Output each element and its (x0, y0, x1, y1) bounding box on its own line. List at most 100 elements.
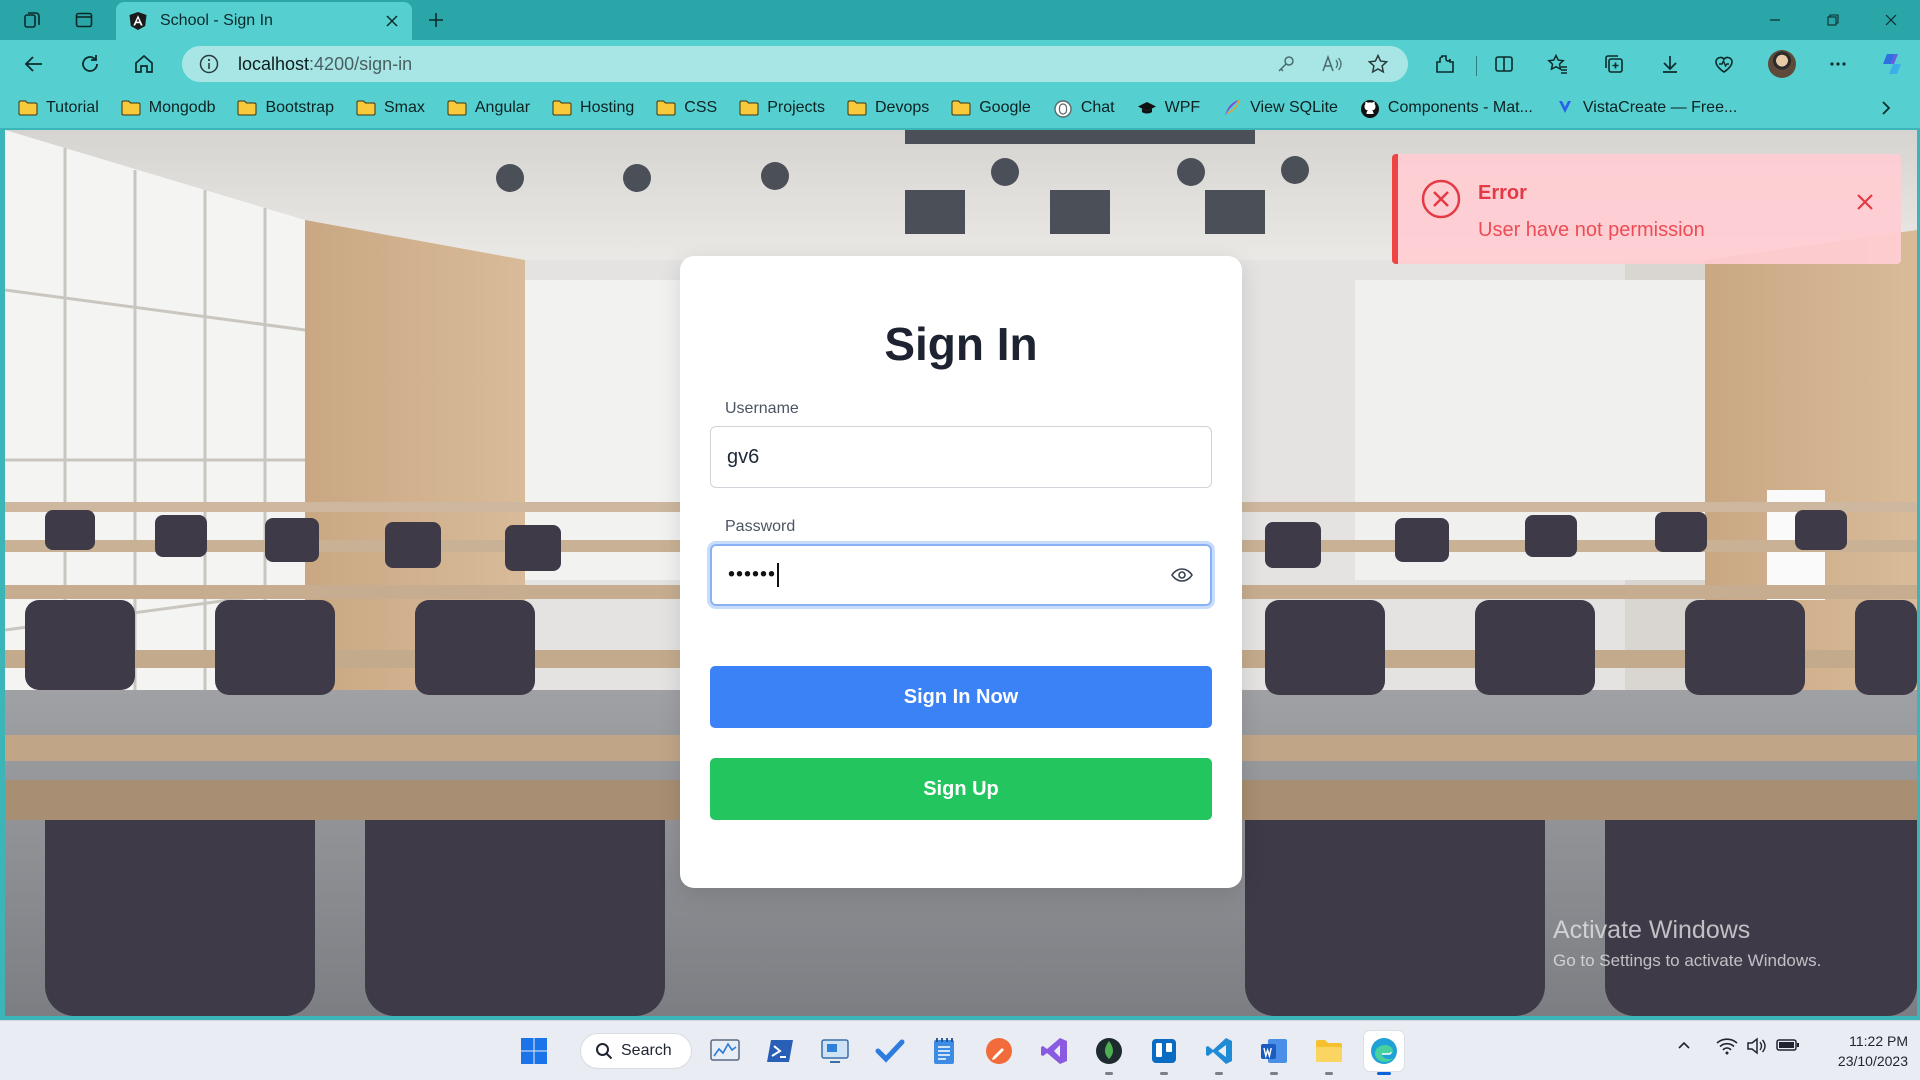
edge-browser-icon[interactable] (1364, 1031, 1404, 1075)
bookmark-css[interactable]: CSS (656, 92, 727, 124)
favorites-icon[interactable] (1540, 48, 1576, 80)
bookmark-label: VistaCreate — Free... (1582, 99, 1738, 116)
postman-icon[interactable] (979, 1031, 1019, 1071)
word-icon[interactable] (1254, 1031, 1294, 1075)
windows-start-icon[interactable] (514, 1031, 554, 1071)
split-screen-icon[interactable] (1486, 48, 1522, 80)
collections-icon[interactable] (1596, 48, 1632, 80)
close-tab-icon[interactable] (382, 11, 402, 31)
mongodb-compass-icon[interactable] (1089, 1031, 1129, 1075)
folder-icon (18, 99, 38, 117)
page-viewport: Sign In Username gv6 Password •••••• Sig… (5, 130, 1917, 1016)
more-options-icon[interactable] (1820, 48, 1856, 80)
folder-icon (552, 99, 572, 117)
clock-date: 23/10/2023 (1837, 1053, 1908, 1069)
bookmark-vistacreate[interactable]: VistaCreate — Free... (1555, 92, 1747, 124)
bookmark-devops[interactable]: Devops (847, 92, 939, 124)
copilot-icon[interactable] (1874, 48, 1910, 80)
battery-icon[interactable] (1776, 1037, 1800, 1053)
system-clock[interactable]: 11:22 PM 23/10/2023 (1812, 1031, 1908, 1071)
bookmarks-bar: Tutorial Mongodb Bootstrap Smax Angular … (0, 88, 1920, 128)
close-icon[interactable] (1853, 190, 1877, 214)
tab-actions-icon[interactable] (68, 6, 100, 34)
bookmark-view-sqlite[interactable]: View SQLite (1222, 92, 1348, 124)
notepad-icon[interactable] (924, 1031, 964, 1071)
visual-studio-icon[interactable] (1034, 1031, 1074, 1071)
bookmark-label: Devops (874, 99, 930, 116)
address-bar[interactable]: localhost:4200/sign-in (182, 46, 1408, 82)
new-tab-button[interactable] (420, 6, 452, 34)
folder-icon (121, 99, 141, 117)
username-value: gv6 (727, 445, 760, 468)
taskbar-search[interactable]: Search (580, 1033, 692, 1069)
folder-icon (951, 99, 971, 117)
bookmark-label: Hosting (580, 99, 635, 116)
home-icon[interactable] (126, 48, 162, 80)
active-indicator (1377, 1072, 1391, 1075)
password-input[interactable]: •••••• (710, 544, 1212, 606)
profile-avatar[interactable] (1768, 50, 1796, 78)
downloads-icon[interactable] (1652, 48, 1688, 80)
url-path: :4200/sign-in (309, 53, 413, 74)
bookmark-chat[interactable]: Chat (1053, 92, 1125, 124)
graduation-cap-icon (1137, 99, 1157, 117)
refresh-icon[interactable] (72, 48, 108, 80)
bookmark-label: Smax (383, 99, 425, 116)
sign-in-now-button[interactable]: Sign In Now (710, 666, 1212, 728)
chevron-right-icon[interactable] (1874, 96, 1898, 120)
trello-icon[interactable] (1144, 1031, 1184, 1075)
sign-up-button[interactable]: Sign Up (710, 758, 1212, 820)
bookmark-bootstrap[interactable]: Bootstrap (237, 92, 343, 124)
running-indicator (1325, 1072, 1333, 1075)
running-indicator (1105, 1072, 1113, 1075)
bookmark-projects[interactable]: Projects (739, 92, 835, 124)
file-explorer-icon[interactable] (1309, 1031, 1349, 1075)
eye-icon[interactable] (1170, 563, 1194, 587)
key-icon[interactable] (1272, 50, 1300, 78)
password-value: •••••• (728, 563, 777, 586)
windows-taskbar: Search 11:22 PM 23/10/2023 (0, 1020, 1920, 1080)
running-indicator (1270, 1072, 1278, 1075)
bookmark-label: Projects (767, 99, 825, 116)
back-icon[interactable] (16, 48, 52, 80)
bookmark-smax[interactable]: Smax (356, 92, 435, 124)
bookmark-mongodb[interactable]: Mongodb (121, 92, 226, 124)
vscode-icon[interactable] (1199, 1031, 1239, 1075)
bookmark-tutorial[interactable]: Tutorial (18, 92, 109, 124)
bookmark-hosting[interactable]: Hosting (552, 92, 644, 124)
bookmark-angular[interactable]: Angular (447, 92, 540, 124)
folder-icon (237, 99, 257, 117)
bookmark-wpf[interactable]: WPF (1137, 92, 1211, 124)
performance-monitor-icon[interactable] (705, 1031, 745, 1071)
bookmark-components-mat[interactable]: Components - Mat... (1360, 92, 1543, 124)
browser-essentials-icon[interactable] (1706, 48, 1742, 80)
tab-school-sign-in[interactable]: School - Sign In (116, 2, 412, 40)
show-hidden-icons-chevron-up-icon[interactable] (1676, 1037, 1692, 1053)
search-icon (596, 1043, 613, 1060)
username-input[interactable]: gv6 (710, 426, 1212, 488)
extensions-icon[interactable] (1426, 48, 1462, 80)
close-window-icon[interactable] (1862, 0, 1920, 40)
url-text[interactable]: localhost:4200/sign-in (238, 54, 1272, 75)
volume-icon[interactable] (1746, 1037, 1768, 1055)
bookmark-label: View SQLite (1250, 99, 1338, 116)
activate-windows-watermark: Activate Windows Go to Settings to activ… (1553, 916, 1821, 971)
read-aloud-icon[interactable] (1318, 50, 1346, 78)
error-toast: Error User have not permission (1392, 154, 1901, 264)
folder-icon (739, 99, 759, 117)
wifi-icon[interactable] (1716, 1037, 1738, 1055)
url-host: localhost (238, 53, 310, 74)
error-circle-x-icon (1420, 178, 1462, 220)
site-info-icon[interactable] (198, 53, 220, 75)
remote-desktop-icon[interactable] (815, 1031, 855, 1071)
vistacreate-icon (1555, 99, 1575, 117)
password-label: Password (725, 518, 796, 535)
bookmark-label: Google (979, 99, 1031, 116)
bookmark-google[interactable]: Google (951, 92, 1041, 124)
todo-check-icon[interactable] (870, 1031, 910, 1071)
restore-icon[interactable] (1804, 0, 1862, 40)
minimize-icon[interactable] (1746, 0, 1804, 40)
powershell-icon[interactable] (760, 1031, 800, 1071)
workspaces-icon[interactable] (16, 6, 48, 34)
favorite-star-icon[interactable] (1364, 50, 1392, 78)
